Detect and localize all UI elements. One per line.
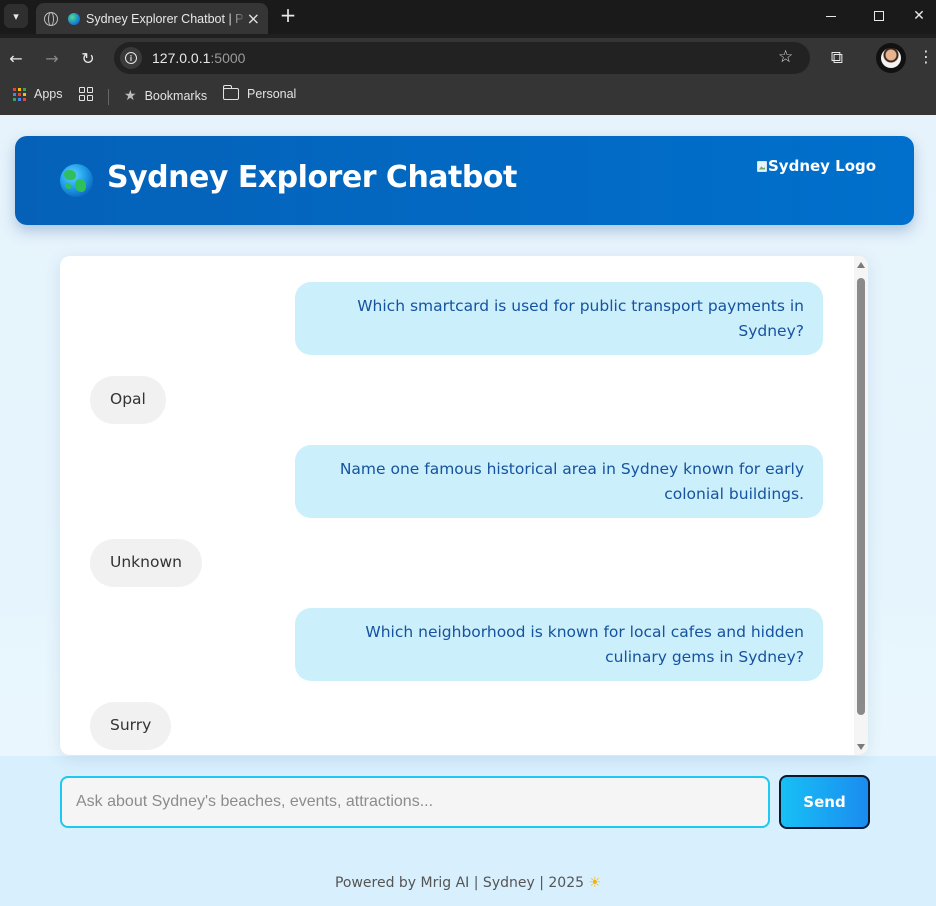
footer-text: Powered by Mrig AI | Sydney | 2025 — [334, 875, 585, 891]
app-header: Sydney Explorer Chatbot Sydney Logo — [15, 136, 914, 225]
site-info-button[interactable]: i — [120, 47, 142, 69]
scroll-thumb[interactable] — [857, 278, 865, 715]
browser-tab[interactable]: Sydney Explorer Chatbot | P × — [36, 3, 268, 34]
chat-scrollbar[interactable] — [854, 256, 868, 755]
extensions-icon[interactable]: ⧉ — [826, 47, 848, 69]
globe-icon — [44, 11, 58, 26]
sydney-logo: Sydney Logo — [757, 157, 876, 175]
user-message: Name one famous historical area in Sydne… — [295, 445, 823, 518]
apps-shortcut[interactable]: Apps — [13, 87, 63, 101]
message-composer: Send — [0, 775, 936, 829]
page: Sydney Explorer Chatbot Sydney Logo Whic… — [0, 115, 936, 906]
apps-grid-icon — [13, 87, 26, 101]
browser-toolbar: ← → ↻ i 127.0.0.1:5000 ☆ ⧉ ⋮ — [0, 38, 936, 78]
earth-globe-icon — [60, 164, 93, 197]
scroll-up-arrow-icon[interactable] — [857, 262, 865, 268]
forward-button[interactable]: → — [40, 46, 64, 70]
tab-groups-icon — [79, 87, 93, 101]
earth-favicon-icon — [68, 12, 80, 25]
tab-groups-button[interactable] — [79, 87, 93, 101]
avatar-image — [881, 48, 901, 68]
close-window-button[interactable]: ✕ — [902, 0, 936, 32]
logo-alt-text: Sydney Logo — [768, 157, 877, 175]
tab-title: Sydney Explorer Chatbot | P — [86, 11, 244, 26]
bot-message: Surry — [90, 702, 172, 750]
personal-folder[interactable]: Personal — [222, 85, 297, 101]
message-input[interactable] — [60, 776, 770, 828]
close-tab-icon[interactable]: × — [247, 10, 260, 27]
browser-menu-icon[interactable]: ⋮ — [918, 47, 934, 66]
back-button[interactable]: ← — [4, 46, 28, 70]
send-button[interactable]: Send — [779, 775, 870, 829]
url-port: :5000 — [210, 50, 246, 66]
bot-message: Opal — [90, 376, 166, 424]
broken-image-icon — [757, 160, 767, 172]
page-title: Sydney Explorer Chatbot — [107, 160, 517, 195]
star-icon: ★ — [124, 87, 137, 103]
scroll-down-arrow-icon[interactable] — [857, 744, 865, 750]
bookmark-star-icon[interactable]: ☆ — [778, 47, 793, 67]
folder-icon — [222, 85, 239, 100]
sun-icon: ☀ — [588, 875, 602, 891]
maximize-button[interactable] — [856, 0, 902, 32]
profile-avatar[interactable] — [876, 43, 906, 73]
footer: Powered by Mrig AI | Sydney | 2025 ☀ — [0, 875, 936, 891]
info-icon: i — [125, 52, 137, 64]
bookmarks-folder[interactable]: ★ Bookmarks — [124, 87, 207, 104]
new-tab-button[interactable]: + — [278, 4, 298, 28]
address-bar[interactable]: i 127.0.0.1:5000 ☆ — [114, 42, 810, 74]
bot-message: Unknown — [90, 539, 202, 587]
user-message: Which neighborhood is known for local ca… — [295, 608, 823, 681]
url-text[interactable]: 127.0.0.1:5000 — [152, 50, 245, 66]
minimize-icon — [826, 15, 836, 17]
url-host: 127.0.0.1 — [152, 50, 211, 66]
tab-search-button[interactable]: ▾ — [4, 4, 28, 28]
user-message: Which smartcard is used for public trans… — [295, 282, 823, 355]
maximize-icon — [874, 11, 884, 21]
bookmarks-divider — [108, 89, 109, 105]
minimize-button[interactable] — [808, 0, 854, 32]
personal-label: Personal — [247, 87, 297, 101]
bookmarks-label: Bookmarks — [144, 88, 208, 103]
browser-tabstrip: ▾ Sydney Explorer Chatbot | P × + ✕ — [0, 0, 936, 34]
bookmarks-bar: Apps ★ Bookmarks Personal — [0, 78, 936, 115]
chat-window[interactable]: Which smartcard is used for public trans… — [60, 256, 868, 755]
reload-button[interactable]: ↻ — [76, 46, 100, 70]
apps-label: Apps — [34, 87, 63, 101]
